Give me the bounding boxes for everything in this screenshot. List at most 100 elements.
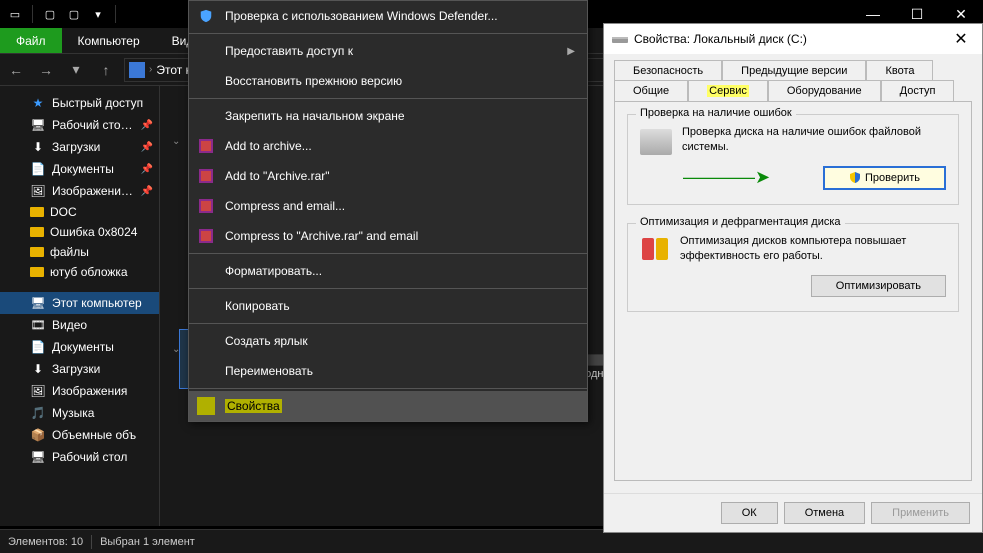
ctx-restore-version[interactable]: Восстановить прежнюю версию: [189, 66, 587, 96]
pc-icon: [129, 62, 145, 78]
ctx-add-archive[interactable]: Add to archive...: [189, 131, 587, 161]
forward-button[interactable]: →: [34, 58, 58, 82]
dialog-close-button[interactable]: ✕: [948, 26, 974, 52]
sidebar-item-documents[interactable]: 📄Документы📌: [0, 158, 159, 180]
tab-previous-versions[interactable]: Предыдущие версии: [722, 60, 866, 81]
titlebar-icon: ▭: [4, 3, 26, 25]
history-dropdown[interactable]: ▾: [64, 58, 88, 82]
tab-general[interactable]: Общие: [614, 80, 688, 102]
pin-icon: 📌: [141, 142, 153, 153]
ribbon-tab-computer[interactable]: Компьютер: [62, 28, 156, 53]
rar-icon: [197, 137, 215, 155]
optimize-icon: [640, 234, 670, 264]
tab-quota[interactable]: Квота: [866, 60, 933, 81]
ctx-compress-email[interactable]: Compress and email...: [189, 191, 587, 221]
sidebar-this-pc[interactable]: 🖥 Этот компьютер: [0, 292, 159, 314]
pictures-icon: 🖼: [30, 383, 46, 399]
optimize-group: Оптимизация и дефрагментация диска Оптим…: [627, 223, 959, 312]
ctx-properties[interactable]: Свойства: [189, 391, 587, 421]
tab-strip: Безопасность Предыдущие версии Квота Общ…: [614, 60, 972, 101]
sidebar-item-label: Изображения: [52, 384, 127, 398]
ctx-defender-scan[interactable]: Проверка с использованием Windows Defend…: [189, 1, 587, 31]
chevron-down-icon[interactable]: ⌄: [172, 136, 180, 147]
tab-panel: Проверка на наличие ошибок Проверка диск…: [614, 101, 972, 481]
sidebar-item-error[interactable]: Ошибка 0х8024: [0, 222, 159, 242]
ctx-format[interactable]: Форматировать...: [189, 256, 587, 286]
sidebar-item-videos[interactable]: 🎞 Видео: [0, 314, 159, 336]
sidebar-item-music[interactable]: 🎵 Музыка: [0, 402, 159, 424]
status-item-count: Элементов: 10: [8, 536, 83, 548]
sidebar-item-pictures[interactable]: 🖼Изображени…📌: [0, 180, 159, 202]
context-menu: Проверка с использованием Windows Defend…: [188, 0, 588, 422]
tab-hardware[interactable]: Оборудование: [768, 80, 881, 102]
sidebar-item-label: ютуб обложка: [50, 265, 128, 279]
status-selection: Выбран 1 элемент: [100, 536, 195, 548]
pin-icon: 📌: [141, 186, 153, 197]
ctx-compress-rar-email[interactable]: Compress to "Archive.rar" and email: [189, 221, 587, 251]
apply-button[interactable]: Применить: [871, 502, 970, 524]
error-check-group: Проверка на наличие ошибок Проверка диск…: [627, 114, 959, 205]
cancel-button[interactable]: Отмена: [784, 502, 865, 524]
ctx-label: Предоставить доступ к: [225, 44, 353, 58]
sidebar-item-3d[interactable]: 📦 Объемные объ: [0, 424, 159, 446]
sidebar-item-downloads2[interactable]: ⬇Загрузки: [0, 358, 159, 380]
sidebar-item-desktop[interactable]: 🖥Рабочий сто…📌: [0, 114, 159, 136]
sidebar-item-label: Документы: [52, 162, 114, 176]
qat-btn-2[interactable]: ▢: [63, 3, 85, 25]
pictures-icon: 🖼: [30, 183, 46, 199]
rar-icon: [197, 197, 215, 215]
ctx-add-archive-rar[interactable]: Add to "Archive.rar": [189, 161, 587, 191]
folder-icon: [30, 227, 44, 237]
dialog-title: Свойства: Локальный диск (C:): [634, 32, 942, 46]
sidebar-item-pictures2[interactable]: 🖼 Изображения: [0, 380, 159, 402]
button-label: Оптимизировать: [836, 280, 921, 292]
tab-sharing[interactable]: Доступ: [881, 80, 955, 102]
ctx-create-shortcut[interactable]: Создать ярлык: [189, 326, 587, 356]
sidebar-item-label: Объемные объ: [52, 428, 136, 442]
download-icon: ⬇: [30, 139, 46, 155]
up-button[interactable]: ↑: [94, 58, 118, 82]
sidebar-quick-access[interactable]: ★ Быстрый доступ: [0, 92, 159, 114]
ribbon-tab-file[interactable]: Файл: [0, 28, 62, 53]
sidebar-item-label: Видео: [52, 318, 87, 332]
ctx-label: Compress to "Archive.rar" and email: [225, 229, 418, 243]
folder-icon: [30, 247, 44, 257]
ok-button[interactable]: ОК: [721, 502, 778, 524]
sidebar-item-label: Музыка: [52, 406, 94, 420]
sidebar-item-label: Ошибка 0х8024: [50, 225, 137, 239]
ctx-share[interactable]: Предоставить доступ к▶: [189, 36, 587, 66]
qat-dropdown[interactable]: ▾: [87, 3, 109, 25]
qat-btn-1[interactable]: ▢: [39, 3, 61, 25]
pin-icon: 📌: [141, 164, 153, 175]
sidebar-item-label: DOC: [50, 205, 77, 219]
optimize-button[interactable]: Оптимизировать: [811, 275, 946, 297]
sidebar-item-label: Этот компьютер: [52, 296, 142, 310]
download-icon: ⬇: [30, 361, 46, 377]
sidebar-item-doc[interactable]: DOC: [0, 202, 159, 222]
back-button[interactable]: ←: [4, 58, 28, 82]
ctx-rename[interactable]: Переименовать: [189, 356, 587, 386]
ctx-label: Свойства: [225, 399, 282, 413]
cube-icon: 📦: [30, 427, 46, 443]
group-label: Оптимизация и дефрагментация диска: [636, 216, 845, 228]
sidebar-item-label: Быстрый доступ: [52, 96, 143, 110]
chevron-right-icon: ›: [149, 64, 152, 75]
sidebar-item-downloads[interactable]: ⬇ Загрузки 📌: [0, 136, 159, 158]
disk-check-icon: [640, 129, 672, 155]
sidebar-item-youtube[interactable]: ютуб обложка: [0, 262, 159, 282]
video-icon: 🎞: [30, 317, 46, 333]
sidebar-item-desktop2[interactable]: 🖥Рабочий стол: [0, 446, 159, 468]
sidebar-item-label: Загрузки: [52, 140, 100, 154]
check-button[interactable]: Проверить: [823, 166, 946, 190]
ctx-label: Восстановить прежнюю версию: [225, 74, 402, 88]
tab-security[interactable]: Безопасность: [614, 60, 722, 81]
ctx-label: Закрепить на начальном экране: [225, 109, 405, 123]
ctx-copy[interactable]: Копировать: [189, 291, 587, 321]
music-icon: 🎵: [30, 405, 46, 421]
sidebar-item-files[interactable]: файлы: [0, 242, 159, 262]
sidebar-item-documents2[interactable]: 📄Документы: [0, 336, 159, 358]
ctx-pin-to-start[interactable]: Закрепить на начальном экране: [189, 101, 587, 131]
annotation-arrow-icon: ――――➤: [640, 167, 813, 188]
ctx-label: Создать ярлык: [225, 334, 308, 348]
tab-tools[interactable]: Сервис: [688, 80, 768, 102]
